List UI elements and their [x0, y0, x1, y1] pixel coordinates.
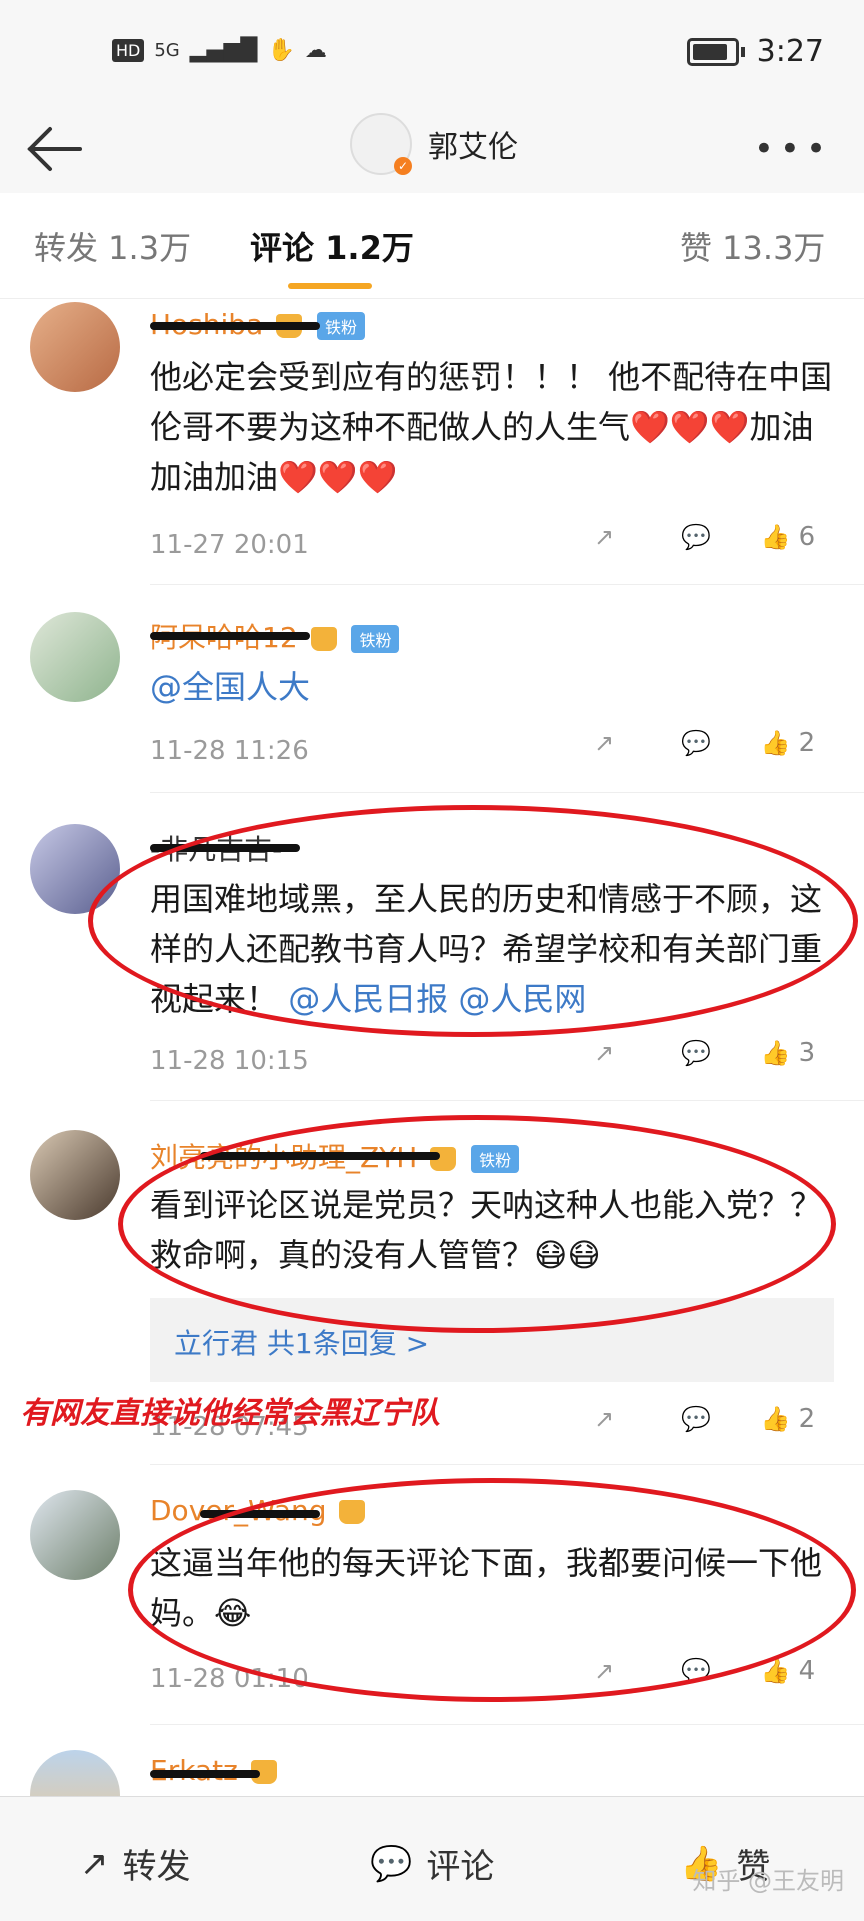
battery-tip [740, 46, 745, 57]
comment-actions: ↗ 💬 👍 3 [558, 1038, 834, 1068]
fan-badge: 铁粉 [351, 625, 400, 653]
reply-icon[interactable]: 💬 [650, 1039, 742, 1067]
back-arrow-icon[interactable] [24, 123, 84, 175]
comment-label: 评论 [426, 1847, 495, 1887]
like-count: 4 [798, 1656, 816, 1686]
comment-actions: ↗ 💬 👍 6 [558, 522, 834, 552]
commenter-avatar[interactable] [30, 1130, 120, 1220]
reply-icon[interactable]: 💬 [650, 729, 742, 757]
share-icon[interactable]: ↗ [558, 1039, 650, 1067]
signal-icon: ▂▄▆█ [189, 38, 258, 63]
commenter-avatar[interactable] [30, 1490, 120, 1580]
fan-badge: 铁粉 [317, 312, 366, 340]
reply-icon[interactable]: 💬 [650, 1405, 742, 1433]
crown-icon [310, 627, 337, 651]
redaction-scribble [150, 632, 310, 640]
tab-comments[interactable]: 评论 1.2万 [250, 223, 414, 269]
divider [150, 1724, 864, 1725]
comment-actions: ↗ 💬 👍 2 [558, 728, 834, 758]
tab-bar: 转发 1.3万 评论 1.2万 赞 13.3万 [0, 193, 864, 299]
annotation-ellipse [118, 1115, 836, 1333]
more-icon[interactable]: ••• [754, 129, 832, 169]
redaction-scribble [150, 322, 320, 330]
network-indicator: 5G [154, 40, 180, 61]
top-nav: ✓ 郭艾伦 ••• [0, 105, 864, 194]
divider [150, 1100, 864, 1101]
divider [150, 584, 864, 585]
share-icon[interactable]: ↗ [558, 523, 650, 551]
tab-likes[interactable]: 赞 13.3万 [680, 223, 825, 269]
annotation-ellipse [88, 805, 858, 1037]
hd-indicator: HD [112, 39, 145, 62]
bottom-action-bar: ↗ 转发 💬 评论 👍 赞 知乎 @王友明 [0, 1796, 864, 1921]
repost-label: 转发 [122, 1847, 191, 1887]
like-count: 3 [798, 1038, 816, 1068]
verified-badge-icon: ✓ [394, 157, 412, 175]
comment-button[interactable]: 💬 评论 [370, 1839, 494, 1888]
commenter-avatar[interactable] [30, 302, 120, 392]
cloud-icon: ☁ [304, 38, 327, 63]
like-count: 6 [798, 522, 816, 552]
tab-repost[interactable]: 转发 1.3万 [34, 223, 191, 269]
status-right: 3:27 [686, 34, 824, 69]
share-icon: ↗ [80, 1843, 109, 1884]
clock: 3:27 [756, 34, 824, 69]
annotation-ellipse [128, 1478, 856, 1702]
repost-button[interactable]: ↗ 转发 [80, 1839, 191, 1888]
battery-icon [686, 37, 739, 66]
like-count: 2 [798, 728, 816, 758]
reply-icon[interactable]: 💬 [650, 523, 742, 551]
status-bar: HD 5G ▂▄▆█ ✋ ☁ 3:27 [0, 0, 864, 105]
active-tab-indicator [288, 283, 372, 289]
like-button[interactable]: 👍 6 [742, 522, 834, 552]
like-button[interactable]: 👍 2 [742, 728, 834, 758]
comment-actions: ↗ 💬 👍 2 [558, 1404, 834, 1434]
red-annotation-note: 有网友直接说他经常会黑辽宁队 [20, 1396, 440, 1431]
header-user[interactable]: ✓ 郭艾伦 [350, 113, 518, 175]
header-avatar[interactable]: ✓ [350, 113, 412, 175]
comment-time: 11-27 20:01 [150, 530, 309, 560]
like-button[interactable]: 👍 2 [742, 1404, 834, 1434]
comment-time: 11-28 11:26 [150, 736, 309, 766]
comment-text: 他必定会受到应有的惩罚！！！ 他不配待在中国 伦哥不要为这种不配做人的人生气❤️… [150, 358, 833, 496]
comment-time: 11-28 10:15 [150, 1046, 309, 1076]
divider [150, 792, 864, 793]
divider [150, 1464, 864, 1465]
watermark: 知乎 @王友明 [692, 1867, 844, 1895]
redaction-scribble [150, 1770, 260, 1778]
hand-icon: ✋ [267, 38, 295, 63]
like-count: 2 [798, 1404, 816, 1434]
like-button[interactable]: 👍 3 [742, 1038, 834, 1068]
comment-icon: 💬 [370, 1843, 413, 1884]
share-icon[interactable]: ↗ [558, 729, 650, 757]
page-title: 郭艾伦 [428, 130, 518, 165]
share-icon[interactable]: ↗ [558, 1405, 650, 1433]
commenter-avatar[interactable] [30, 612, 120, 702]
status-left: HD 5G ▂▄▆█ ✋ ☁ [112, 38, 327, 63]
comment-text[interactable]: @全国人大 [150, 662, 840, 712]
